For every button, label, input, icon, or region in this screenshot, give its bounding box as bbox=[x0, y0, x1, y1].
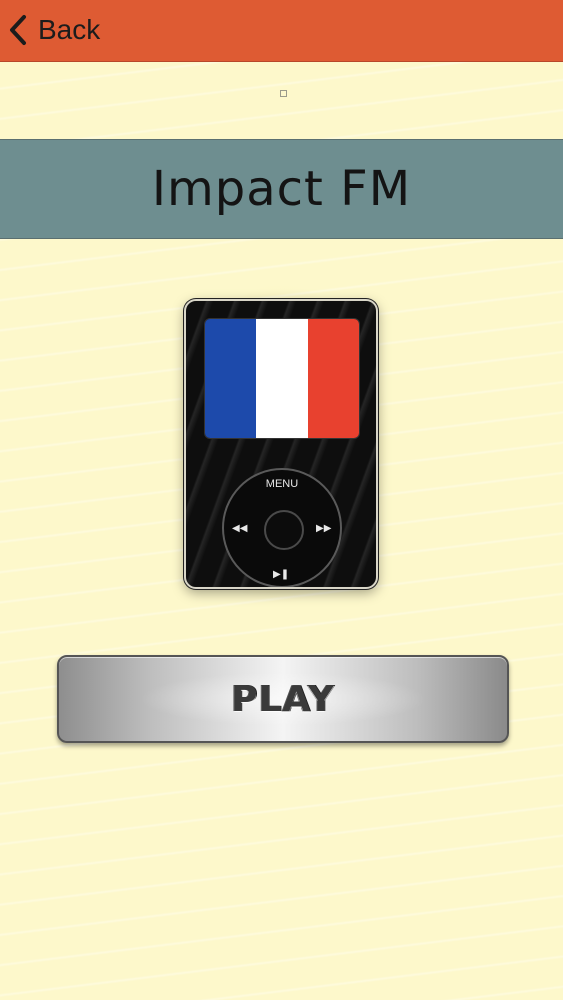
back-label: Back bbox=[38, 14, 101, 45]
chevron-left-icon bbox=[8, 14, 28, 46]
flag-stripe-white bbox=[256, 319, 308, 438]
play-label: PLAY bbox=[231, 678, 335, 720]
france-flag-screen bbox=[204, 318, 360, 439]
page-indicator bbox=[280, 90, 287, 97]
flag-stripe-blue bbox=[205, 319, 257, 438]
click-wheel: MENU ◀◀ ▶▶ ▶❚ bbox=[222, 468, 342, 587]
station-title: Impact FM bbox=[151, 161, 412, 217]
rewind-icon: ◀◀ bbox=[232, 523, 248, 534]
media-player-image: MENU ◀◀ ▶▶ ▶❚ bbox=[184, 299, 378, 589]
wheel-menu-label: MENU bbox=[265, 478, 299, 490]
title-banner: Impact FM bbox=[0, 139, 563, 239]
back-button[interactable]: Back bbox=[8, 8, 118, 52]
play-pause-icon: ▶❚ bbox=[273, 569, 290, 580]
fast-forward-icon: ▶▶ bbox=[316, 523, 332, 534]
top-nav-bar: Back bbox=[0, 0, 563, 62]
flag-stripe-red bbox=[307, 319, 359, 438]
wheel-center-button bbox=[264, 510, 304, 550]
play-button[interactable]: PLAY bbox=[57, 655, 509, 743]
